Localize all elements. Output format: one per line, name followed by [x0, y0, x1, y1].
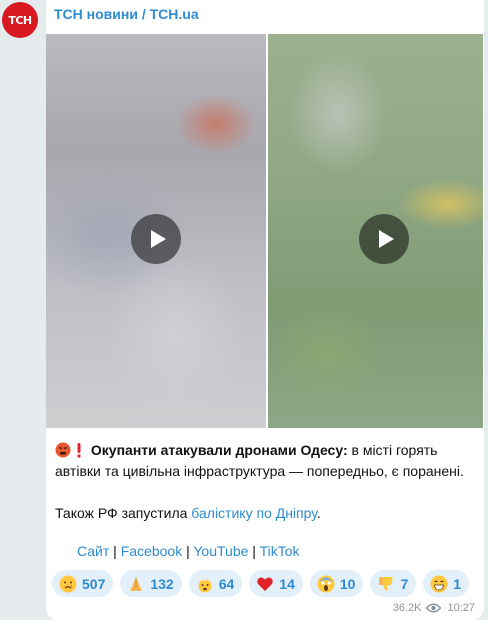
- reaction-thumbs-down[interactable]: 7: [370, 570, 417, 597]
- second-suffix: .: [316, 505, 321, 521]
- enraged-face-icon: [55, 442, 71, 458]
- message-bubble: ТСН новини / TCH.ua Окупанти атакували д…: [46, 0, 484, 620]
- headline-bold: Окупанти атакували дронами Одесу:: [90, 442, 348, 458]
- social-links: Сайт | Facebook | YouTube | TikTok: [77, 543, 300, 559]
- video-thumbnail-1[interactable]: [46, 34, 266, 428]
- message-meta: 36.2K 10:27: [393, 602, 475, 614]
- reaction-count: 64: [218, 575, 235, 592]
- crying-face-icon: [59, 575, 77, 592]
- reaction-exploding-head[interactable]: 64: [188, 570, 243, 597]
- message-time: 10:27: [447, 602, 475, 614]
- separator: |: [109, 543, 121, 559]
- second-prefix: Також РФ запустила: [55, 505, 192, 521]
- screaming-face-icon: [317, 575, 335, 592]
- play-icon[interactable]: [359, 214, 409, 264]
- separator: |: [182, 543, 194, 559]
- channel-name[interactable]: ТСН новини / TCH.ua: [54, 6, 199, 22]
- video-thumbnail-2[interactable]: [268, 34, 483, 428]
- site-link[interactable]: Сайт: [77, 543, 109, 559]
- grinning-face-icon: [430, 575, 448, 592]
- red-heart-icon: [257, 576, 274, 591]
- reaction-count: 14: [279, 575, 295, 592]
- reaction-count: 10: [339, 575, 356, 592]
- reaction-count: 7: [400, 575, 409, 592]
- tiktok-link[interactable]: TikTok: [260, 543, 300, 559]
- reaction-count: 1: [453, 575, 462, 592]
- channel-avatar[interactable]: ТСН: [2, 2, 38, 38]
- reaction-crying[interactable]: 507: [52, 570, 114, 597]
- thumbs-down-icon: [379, 576, 394, 591]
- exclamation-icon: [77, 443, 81, 458]
- avatar-text: ТСН: [8, 13, 32, 27]
- dnipro-link[interactable]: балістику по Дніпру: [191, 505, 317, 521]
- reaction-count: 507: [82, 575, 106, 592]
- reaction-grinning[interactable]: 1: [423, 570, 470, 597]
- reaction-count: 132: [150, 575, 174, 592]
- separator: |: [248, 543, 260, 559]
- youtube-link[interactable]: YouTube: [193, 543, 248, 559]
- reaction-folded-hands[interactable]: 132: [120, 570, 182, 597]
- view-count: 36.2K: [392, 602, 422, 614]
- eye-icon: [426, 603, 442, 613]
- exploding-head-icon: [198, 576, 212, 592]
- folded-hands-icon: [130, 576, 143, 591]
- play-icon[interactable]: [131, 214, 181, 264]
- reaction-screaming[interactable]: 10: [309, 570, 364, 597]
- message-text: Окупанти атакували дронами Одесу: в міст…: [55, 440, 480, 524]
- facebook-link[interactable]: Facebook: [121, 543, 182, 559]
- reaction-heart[interactable]: 14: [249, 570, 303, 597]
- reactions-bar: 507 132 64 14 10 7 1: [52, 570, 476, 597]
